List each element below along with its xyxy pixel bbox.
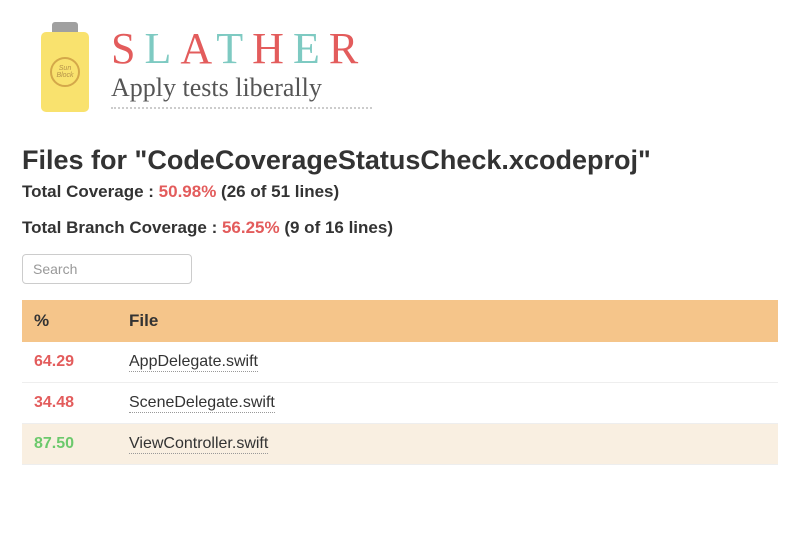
file-link[interactable]: SceneDelegate.swift xyxy=(129,394,275,413)
branch-coverage-percent: 56.25% xyxy=(222,218,280,237)
branch-coverage-label: Total Branch Coverage : xyxy=(22,218,222,237)
coverage-percent-cell: 64.29 xyxy=(22,342,117,383)
column-header-file[interactable]: File xyxy=(117,300,778,342)
branch-coverage-detail: (9 of 16 lines) xyxy=(280,218,393,237)
file-cell: SceneDelegate.swift xyxy=(117,383,778,424)
logo-title: SLATHER xyxy=(111,27,372,71)
table-row: 87.50 ViewController.swift xyxy=(22,424,778,465)
total-coverage-label: Total Coverage : xyxy=(22,182,159,201)
file-link[interactable]: AppDelegate.swift xyxy=(129,353,258,372)
file-cell: ViewController.swift xyxy=(117,424,778,465)
logo-tagline: Apply tests liberally xyxy=(111,73,372,109)
header: Sun Block SLATHER Apply tests liberally xyxy=(22,20,778,115)
table-row: 64.29 AppDelegate.swift xyxy=(22,342,778,383)
search-input[interactable] xyxy=(22,254,192,284)
coverage-percent-cell: 34.48 xyxy=(22,383,117,424)
page-title: Files for "CodeCoverageStatusCheck.xcode… xyxy=(22,145,778,176)
sunblock-bottle-icon: Sun Block xyxy=(37,20,93,115)
total-coverage-percent: 50.98% xyxy=(159,182,217,201)
coverage-percent-cell: 87.50 xyxy=(22,424,117,465)
logo-text: SLATHER Apply tests liberally xyxy=(111,27,372,109)
total-coverage-line: Total Coverage : 50.98% (26 of 51 lines) xyxy=(22,182,778,202)
total-coverage-detail: (26 of 51 lines) xyxy=(216,182,339,201)
files-table: % File 64.29 AppDelegate.swift 34.48 SceneD… xyxy=(22,300,778,465)
branch-coverage-line: Total Branch Coverage : 56.25% (9 of 16 … xyxy=(22,218,778,238)
table-header-row: % File xyxy=(22,300,778,342)
file-link[interactable]: ViewController.swift xyxy=(129,435,268,454)
file-cell: AppDelegate.swift xyxy=(117,342,778,383)
table-row: 34.48 SceneDelegate.swift xyxy=(22,383,778,424)
column-header-percent[interactable]: % xyxy=(22,300,117,342)
